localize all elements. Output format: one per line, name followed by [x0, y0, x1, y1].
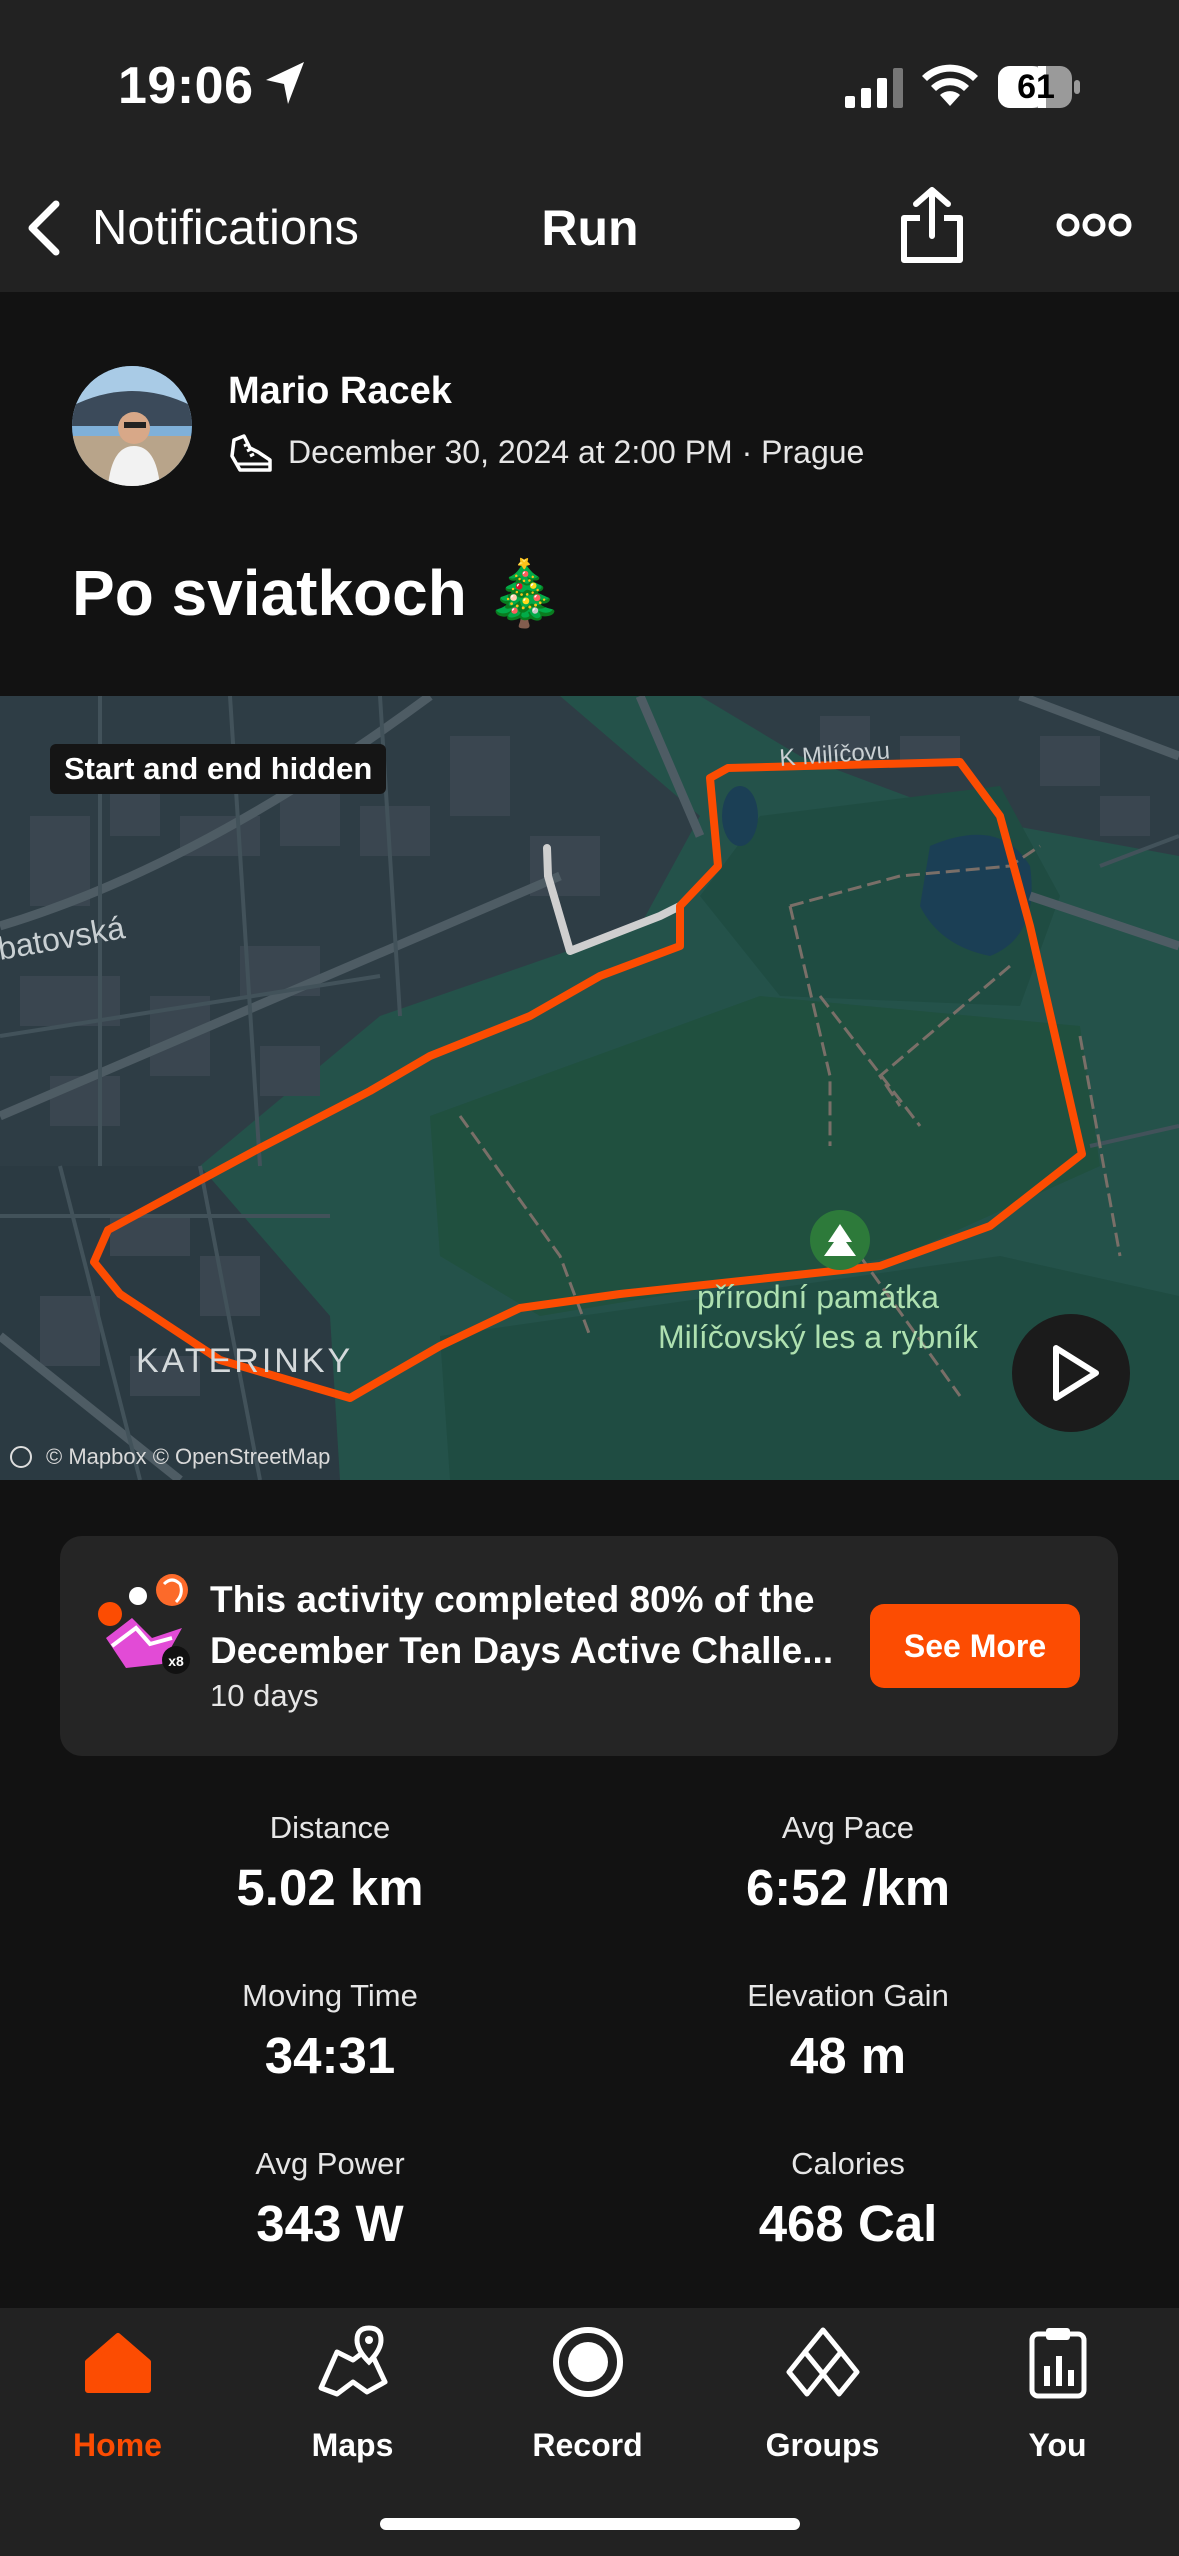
home-icon	[84, 2333, 151, 2393]
back-button[interactable]: Notifications	[24, 196, 359, 260]
back-label: Notifications	[92, 201, 359, 255]
share-icon[interactable]	[896, 186, 968, 264]
map-label-park-line1: přírodní památka	[697, 1279, 939, 1315]
attribution-text: © Mapbox © OpenStreetMap	[46, 1444, 331, 1469]
location-arrow-icon	[266, 62, 304, 104]
tab-label: Groups	[765, 2427, 880, 2463]
start-end-hidden-badge: Start and end hidden	[50, 744, 387, 794]
map-label-park-line2: Milíčovský les a rybník	[658, 1319, 979, 1355]
stat-label: Moving Time	[242, 1978, 418, 2013]
map-canvas: batovská K Milíčovu KATERINKY přírodní p…	[0, 696, 1179, 1480]
athlete-name[interactable]: Mario Racek	[228, 370, 452, 413]
stat-calories: Calories 468 Cal	[568, 2146, 1128, 2253]
stat-moving-time: Moving Time 34:31	[50, 1978, 610, 2085]
stat-value: 5.02 km	[236, 1859, 424, 1916]
stat-label: Distance	[269, 1810, 391, 1845]
home-indicator	[380, 2518, 800, 2530]
status-time: 19:06	[118, 57, 254, 115]
avatar[interactable]	[72, 366, 192, 486]
stat-value: 6:52 /km	[745, 1859, 951, 1916]
battery-level: 61	[1017, 68, 1055, 106]
you-icon	[1029, 2328, 1086, 2399]
running-shoe-icon	[230, 434, 272, 472]
tab-label: Record	[532, 2427, 643, 2463]
stat-value: 48 m	[789, 2027, 907, 2084]
stat-label: Elevation Gain	[747, 1978, 949, 2013]
stat-elevation-gain: Elevation Gain 48 m	[568, 1978, 1128, 2085]
tab-record[interactable]: Record	[470, 2322, 705, 2464]
challenge-progress-text: This activity completed 80% of the Decem…	[210, 1579, 834, 1671]
maps-icon	[318, 2325, 387, 2397]
chevron-left-icon	[28, 200, 60, 256]
play-icon	[1053, 1345, 1099, 1401]
tab-label: Maps	[311, 2427, 394, 2463]
wifi-icon	[922, 64, 978, 106]
stat-distance: Distance 5.02 km	[50, 1810, 610, 1917]
stat-value: 34:31	[264, 2027, 396, 2084]
record-icon	[552, 2327, 623, 2397]
page-title: Run	[541, 200, 639, 256]
groups-icon	[786, 2327, 859, 2397]
map-label-district: KATERINKY	[136, 1342, 353, 1380]
stat-label: Avg Power	[255, 2146, 405, 2181]
tab-label: Home	[73, 2427, 162, 2463]
activity-title: Po sviatkoch 🎄	[72, 557, 565, 629]
challenge-badge-icon: x8	[98, 1574, 190, 1674]
stat-avg-pace: Avg Pace 6:52 /km	[568, 1810, 1128, 1917]
stat-value: 343 W	[256, 2195, 404, 2252]
svg-text:x8: x8	[168, 1653, 184, 1669]
cellular-signal-icon	[845, 68, 903, 108]
mapbox-logo-icon	[10, 1446, 32, 1468]
stat-label: Avg Pace	[781, 1810, 915, 1845]
more-options-icon[interactable]	[1056, 206, 1132, 244]
athlete-photo	[72, 366, 192, 486]
stat-value: 468 Cal	[758, 2195, 938, 2252]
tab-home[interactable]: Home	[0, 2322, 235, 2464]
challenge-duration: 10 days	[210, 1678, 319, 1713]
stat-label: Calories	[791, 2146, 905, 2181]
tab-groups[interactable]: Groups	[705, 2322, 940, 2464]
tab-you[interactable]: You	[940, 2322, 1175, 2464]
play-flyover-button[interactable]	[1012, 1314, 1130, 1432]
map-attribution[interactable]: © Mapbox © OpenStreetMap	[10, 1444, 330, 1470]
route-map[interactable]: batovská K Milíčovu KATERINKY přírodní p…	[0, 696, 1179, 1480]
tab-maps[interactable]: Maps	[235, 2322, 470, 2464]
tab-label: You	[1028, 2427, 1087, 2463]
activity-date-location: December 30, 2024 at 2:00 PM · Prague	[288, 434, 865, 470]
stat-avg-power: Avg Power 343 W	[50, 2146, 610, 2253]
see-more-button[interactable]: See More	[870, 1604, 1080, 1688]
